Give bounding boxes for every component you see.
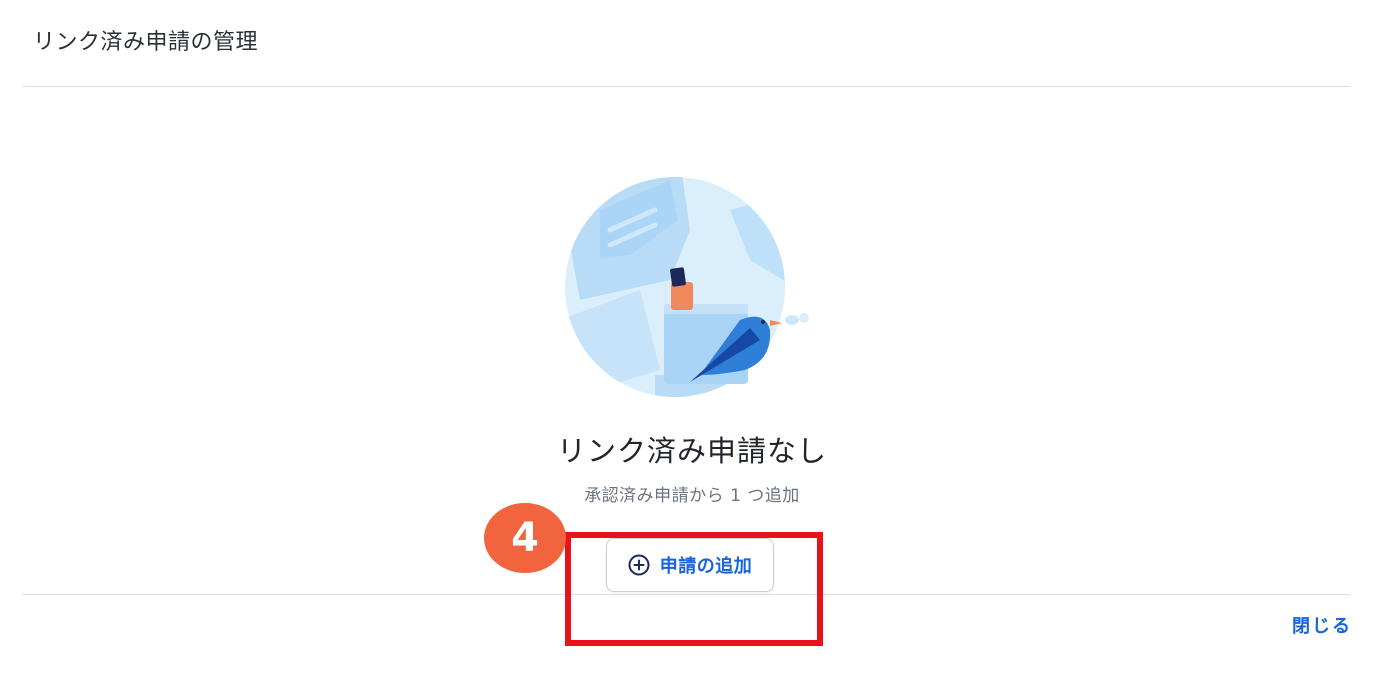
annotation-highlight-box	[565, 532, 823, 646]
close-button[interactable]: 閉じる	[1292, 612, 1352, 638]
empty-state-illustration	[565, 177, 809, 397]
empty-state-subtitle: 承認済み申請から 1 つ追加	[584, 486, 800, 506]
dialog-title: リンク済み申請の管理	[33, 30, 259, 55]
step-number-badge: 4	[484, 503, 566, 573]
header-divider	[22, 86, 1350, 87]
manage-linked-requests-dialog: リンク済み申請の管理 リンク済み申請なし 承認済み申請から 1 つ追加 申請の追…	[0, 0, 1384, 692]
empty-state-title: リンク済み申請なし	[556, 434, 827, 468]
